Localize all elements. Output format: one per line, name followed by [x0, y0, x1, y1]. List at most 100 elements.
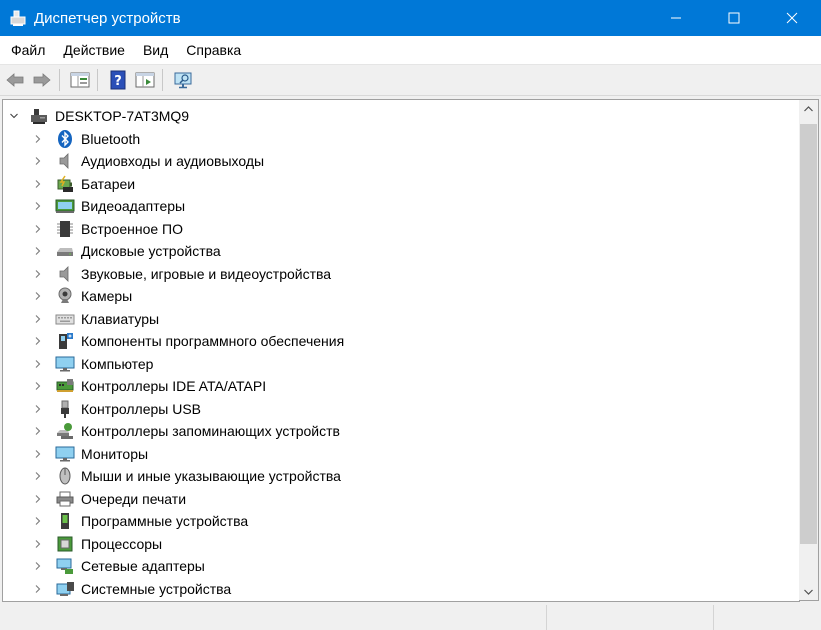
tree-category-label: Звуковые, игровые и видеоустройства — [81, 265, 332, 282]
mouse-icon — [55, 466, 75, 486]
chevron-right-icon[interactable] — [33, 471, 43, 481]
chevron-right-icon[interactable] — [33, 359, 43, 369]
minimize-button[interactable] — [647, 0, 705, 36]
device-tree[interactable]: DESKTOP-7AT3MQ9 Bluetooth Аудиовходы и ау… — [2, 99, 800, 602]
disk-drive-icon — [55, 241, 75, 261]
chevron-right-icon[interactable] — [33, 539, 43, 549]
properties-button[interactable] — [68, 68, 92, 92]
software-component-icon — [55, 331, 75, 351]
tree-category-item[interactable]: Системные устройства — [3, 578, 231, 600]
chevron-right-icon[interactable] — [33, 381, 43, 391]
bluetooth-icon — [55, 129, 75, 149]
tree-category-item[interactable]: Сетевые адаптеры — [3, 555, 205, 577]
help-icon: ? — [110, 70, 126, 90]
tree-category-item[interactable]: Аудиовходы и аудиовыходы — [3, 150, 264, 172]
tree-category-item[interactable]: Встроенное ПО — [3, 218, 183, 240]
tree-category-item[interactable]: Мониторы — [3, 443, 148, 465]
update-driver-button[interactable] — [133, 68, 157, 92]
printer-icon — [55, 489, 75, 509]
chevron-right-icon[interactable] — [33, 156, 43, 166]
monitor-scan-icon — [174, 72, 192, 89]
toolbar-separator — [97, 69, 98, 91]
tree-category-label: Контроллеры запоминающих устройств — [81, 423, 340, 439]
tree-category-item[interactable]: Контроллеры USB — [3, 398, 201, 420]
display-adapter-icon — [55, 196, 75, 216]
scroll-up-button[interactable] — [799, 100, 818, 117]
toolbar: ? — [0, 65, 821, 96]
chevron-right-icon[interactable] — [33, 584, 43, 594]
tree-category-label: Bluetooth — [81, 130, 141, 147]
help-button[interactable]: ? — [106, 68, 130, 92]
toolbar-separator — [162, 69, 163, 91]
tree-category-label: Дисковые устройства — [81, 243, 221, 259]
menu-help[interactable]: Справка — [177, 36, 250, 64]
menu-view[interactable]: Вид — [134, 36, 177, 64]
vertical-scrollbar[interactable] — [799, 99, 819, 601]
forward-button[interactable] — [30, 68, 54, 92]
status-segment — [546, 605, 547, 630]
chevron-right-icon[interactable] — [33, 314, 43, 324]
chevron-right-icon[interactable] — [33, 426, 43, 436]
keyboard-icon — [55, 309, 75, 329]
chevron-right-icon[interactable] — [33, 516, 43, 526]
scroll-down-button[interactable] — [799, 583, 818, 600]
tree-category-item[interactable]: Камеры — [3, 285, 132, 307]
menu-action[interactable]: Действие — [54, 36, 134, 64]
tree-category-label: Сетевые адаптеры — [81, 558, 205, 574]
tree-category-item[interactable]: Контроллеры запоминающих устройств — [3, 420, 340, 442]
computer-name: DESKTOP-7AT3MQ9 — [55, 108, 190, 124]
chevron-right-icon[interactable] — [33, 449, 43, 459]
scroll-up-icon — [804, 105, 813, 111]
close-button[interactable] — [763, 0, 821, 36]
tree-category-item[interactable]: Контроллеры IDE ATA/ATAPI — [3, 375, 266, 397]
tree-category-item[interactable]: Очереди печати — [3, 488, 186, 510]
tree-category-item[interactable]: Bluetooth — [3, 128, 140, 150]
tree-category-item[interactable]: Компьютер — [3, 353, 153, 375]
computer-icon — [29, 106, 49, 126]
chevron-right-icon[interactable] — [33, 494, 43, 504]
battery-icon — [55, 174, 75, 194]
chevron-down-icon[interactable] — [9, 111, 19, 121]
menu-file[interactable]: Файл — [0, 36, 54, 64]
tree-category-label: Батареи — [81, 175, 136, 192]
window-title: Диспетчер устройств — [34, 9, 181, 27]
scan-hardware-button[interactable] — [171, 68, 195, 92]
monitor-icon — [55, 444, 75, 464]
forward-icon — [33, 73, 51, 87]
tree-category-label: Аудиовходы и аудиовыходы — [81, 153, 265, 169]
chevron-right-icon[interactable] — [33, 179, 43, 189]
tree-category-item[interactable]: Мыши и иные указывающие устройства — [3, 465, 341, 487]
back-button[interactable] — [3, 68, 27, 92]
tree-category-item[interactable]: Звуковые, игровые и видеоустройства — [3, 263, 331, 285]
chevron-right-icon[interactable] — [33, 201, 43, 211]
back-icon — [6, 73, 24, 87]
chevron-right-icon[interactable] — [33, 134, 43, 144]
chevron-right-icon[interactable] — [33, 404, 43, 414]
tree-category-label: Процессоры — [81, 535, 163, 552]
scrollbar-thumb[interactable] — [800, 124, 817, 544]
tree-category-label: Камеры — [81, 288, 133, 304]
tree-category-item[interactable]: Батареи — [3, 173, 135, 195]
tree-category-item[interactable]: Клавиатуры — [3, 308, 159, 330]
chevron-right-icon[interactable] — [33, 291, 43, 301]
tree-category-item[interactable]: Видеоадаптеры — [3, 195, 185, 217]
chevron-right-icon[interactable] — [33, 269, 43, 279]
svg-text:?: ? — [114, 74, 122, 89]
tree-category-item[interactable]: Процессоры — [3, 533, 162, 555]
chevron-right-icon[interactable] — [33, 336, 43, 346]
maximize-button[interactable] — [705, 0, 763, 36]
tree-category-label: Видеоадаптеры — [81, 198, 186, 214]
tree-category-label: Компьютер — [81, 355, 154, 372]
chevron-right-icon[interactable] — [33, 561, 43, 571]
chevron-right-icon[interactable] — [33, 224, 43, 234]
tree-category-item[interactable]: Компоненты программного обеспечения — [3, 330, 344, 352]
tree-category-label: Встроенное ПО — [81, 220, 183, 237]
usb-icon — [55, 399, 75, 419]
tree-category-label: Клавиатуры — [81, 310, 160, 327]
software-device-icon — [55, 511, 75, 531]
tree-category-label: Контроллеры IDE ATA/ATAPI — [81, 378, 267, 394]
chevron-right-icon[interactable] — [33, 246, 43, 256]
tree-category-item[interactable]: Дисковые устройства — [3, 240, 221, 262]
tree-category-item[interactable]: Программные устройства — [3, 510, 248, 532]
tree-root[interactable]: DESKTOP-7AT3MQ9 — [3, 105, 189, 127]
